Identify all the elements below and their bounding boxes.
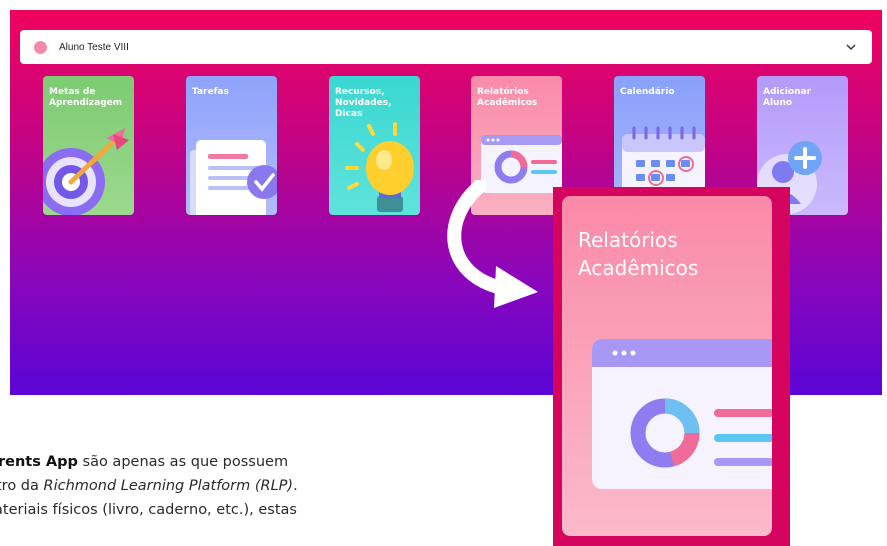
checklist-document-icon [190, 140, 277, 215]
caption-line-1: rents App são apenas as que possuem [0, 450, 428, 474]
card-label: Calendário [620, 87, 675, 97]
card-label: Adicionar Aluno [763, 87, 812, 108]
caption-line-2: tro da Richmond Learning Platform (RLP). [0, 474, 426, 498]
caption-line-1-text: são apenas as que possuem [77, 454, 289, 470]
target-arrow-icon [43, 128, 129, 215]
caption-platform-name: Richmond Learning Platform (RLP) [43, 478, 294, 494]
student-selector[interactable]: Aluno Teste VIII [20, 30, 872, 64]
report-chart-icon [592, 339, 772, 489]
caption-line-3: ateriais físicos (livro, caderno, etc.),… [0, 502, 297, 518]
caption-app-name: rents App [0, 454, 78, 470]
card-label: Tarefas [192, 87, 229, 97]
student-name: Aluno Teste VIII [59, 41, 129, 53]
caption-line-2-end: . [293, 478, 298, 494]
chevron-down-icon[interactable] [844, 40, 858, 54]
card-tarefas[interactable]: Tarefas [186, 76, 277, 215]
caption-line-2-start: tro da [0, 478, 44, 494]
caption-text: rents App são apenas as que possuem tro … [0, 450, 430, 522]
card-label: Metas de Aprendizagem [49, 87, 123, 108]
card-label: Recursos, Novidades, Dicas [335, 87, 392, 119]
curved-arrow-icon [447, 180, 538, 308]
card-label: Relatórios Acadêmicos [477, 87, 538, 108]
student-avatar-dot [34, 40, 47, 54]
card-metas-aprendizagem[interactable]: Metas de Aprendizagem [43, 76, 134, 215]
lightbulb-icon [345, 122, 414, 212]
zoom-card-relatorios-academicos: Relatórios Acadêmicos [562, 196, 772, 536]
card-recursos-novidades-dicas[interactable]: Recursos, Novidades, Dicas [329, 76, 420, 215]
